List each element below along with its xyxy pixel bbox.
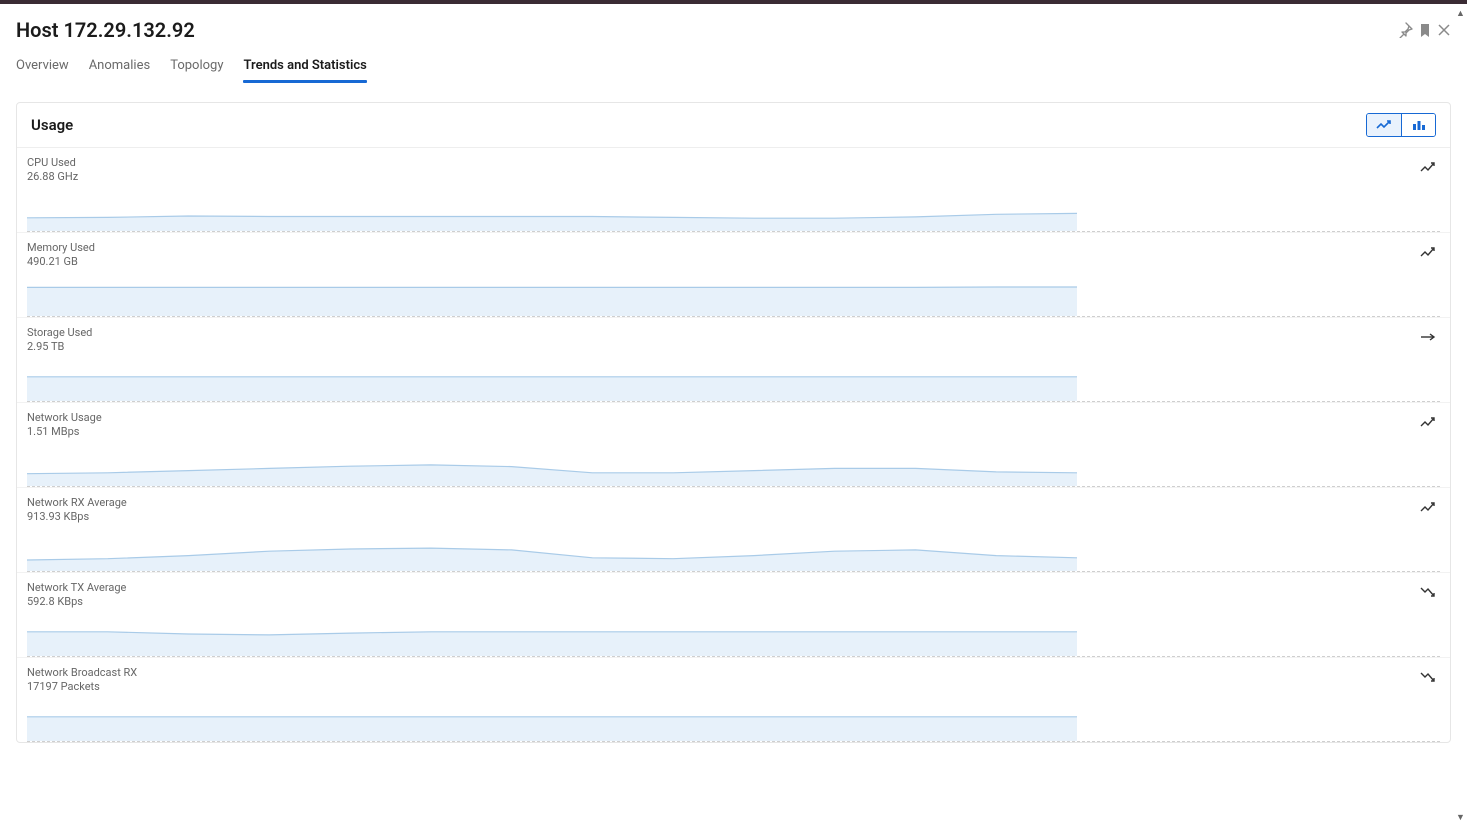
tab-topology[interactable]: Topology: [170, 52, 223, 83]
metric-label: Network Broadcast RX: [27, 664, 1440, 680]
detail-tabs: Overview Anomalies Topology Trends and Stat…: [16, 52, 1451, 84]
metric-row[interactable]: Storage Used 2.95 TB: [17, 317, 1450, 402]
header-actions: [1397, 22, 1451, 38]
metric-label: Network TX Average: [27, 579, 1440, 595]
metric-row[interactable]: Memory Used 490.21 GB: [17, 232, 1450, 317]
page-title: Host 172.29.132.92: [16, 18, 195, 42]
host-detail-page: Host 172.29.132.92 Overview Anomalies Topo…: [0, 4, 1467, 832]
trend-up-icon: [1420, 243, 1436, 262]
bookmark-icon[interactable]: [1417, 22, 1433, 38]
metric-value: 26.88 GHz: [27, 170, 1440, 184]
metrics-list: CPU Used 26.88 GHz Memory Used 490.21 GB…: [17, 148, 1450, 742]
metric-sparkline: [27, 528, 1440, 572]
usage-panel-title: Usage: [31, 116, 73, 134]
scroll-up-arrow[interactable]: ▲: [1456, 10, 1464, 18]
metric-row[interactable]: Network RX Average 913.93 KBps: [17, 487, 1450, 572]
trend-down-icon: [1420, 583, 1436, 602]
metric-sparkline: [27, 358, 1440, 402]
barchart-view-button[interactable]: [1401, 114, 1435, 136]
metric-label: Network RX Average: [27, 494, 1440, 510]
metric-row[interactable]: CPU Used 26.88 GHz: [17, 148, 1450, 232]
tab-anomalies[interactable]: Anomalies: [89, 52, 150, 83]
metric-sparkline: [27, 273, 1440, 317]
metric-value: 592.8 KBps: [27, 595, 1440, 609]
pin-icon[interactable]: [1397, 22, 1413, 38]
metric-value: 490.21 GB: [27, 255, 1440, 269]
scroll-down-arrow[interactable]: ▼: [1456, 814, 1464, 822]
metric-value: 1.51 MBps: [27, 425, 1440, 439]
metric-sparkline: [27, 188, 1440, 232]
metric-sparkline: [27, 698, 1440, 742]
page-header: Host 172.29.132.92: [16, 18, 1451, 42]
usage-panel-header: Usage: [17, 103, 1450, 148]
tab-overview[interactable]: Overview: [16, 52, 69, 83]
trend-down-icon: [1420, 668, 1436, 687]
close-icon[interactable]: [1437, 23, 1451, 37]
tab-trends-and-statistics[interactable]: Trends and Statistics: [243, 52, 366, 83]
metric-label: Network Usage: [27, 409, 1440, 425]
trend-up-icon: [1420, 158, 1436, 177]
metric-label: CPU Used: [27, 154, 1440, 170]
usage-panel: Usage CPU Used 26.88 GHz Memory Used 490…: [16, 102, 1451, 743]
metric-row[interactable]: Network Usage 1.51 MBps: [17, 402, 1450, 487]
metric-label: Storage Used: [27, 324, 1440, 340]
metric-label: Memory Used: [27, 239, 1440, 255]
metric-value: 913.93 KBps: [27, 510, 1440, 524]
trend-up-icon: [1420, 498, 1436, 517]
trend-flat-icon: [1420, 328, 1436, 347]
view-toggle-group: [1366, 113, 1436, 137]
metric-value: 2.95 TB: [27, 340, 1440, 354]
vertical-scrollbar[interactable]: ▲ ▼: [1456, 10, 1464, 822]
metric-sparkline: [27, 613, 1440, 657]
trendline-view-button[interactable]: [1367, 114, 1401, 136]
metric-sparkline: [27, 443, 1440, 487]
metric-value: 17197 Packets: [27, 680, 1440, 694]
metric-row[interactable]: Network Broadcast RX 17197 Packets: [17, 657, 1450, 742]
metric-row[interactable]: Network TX Average 592.8 KBps: [17, 572, 1450, 657]
trend-up-icon: [1420, 413, 1436, 432]
